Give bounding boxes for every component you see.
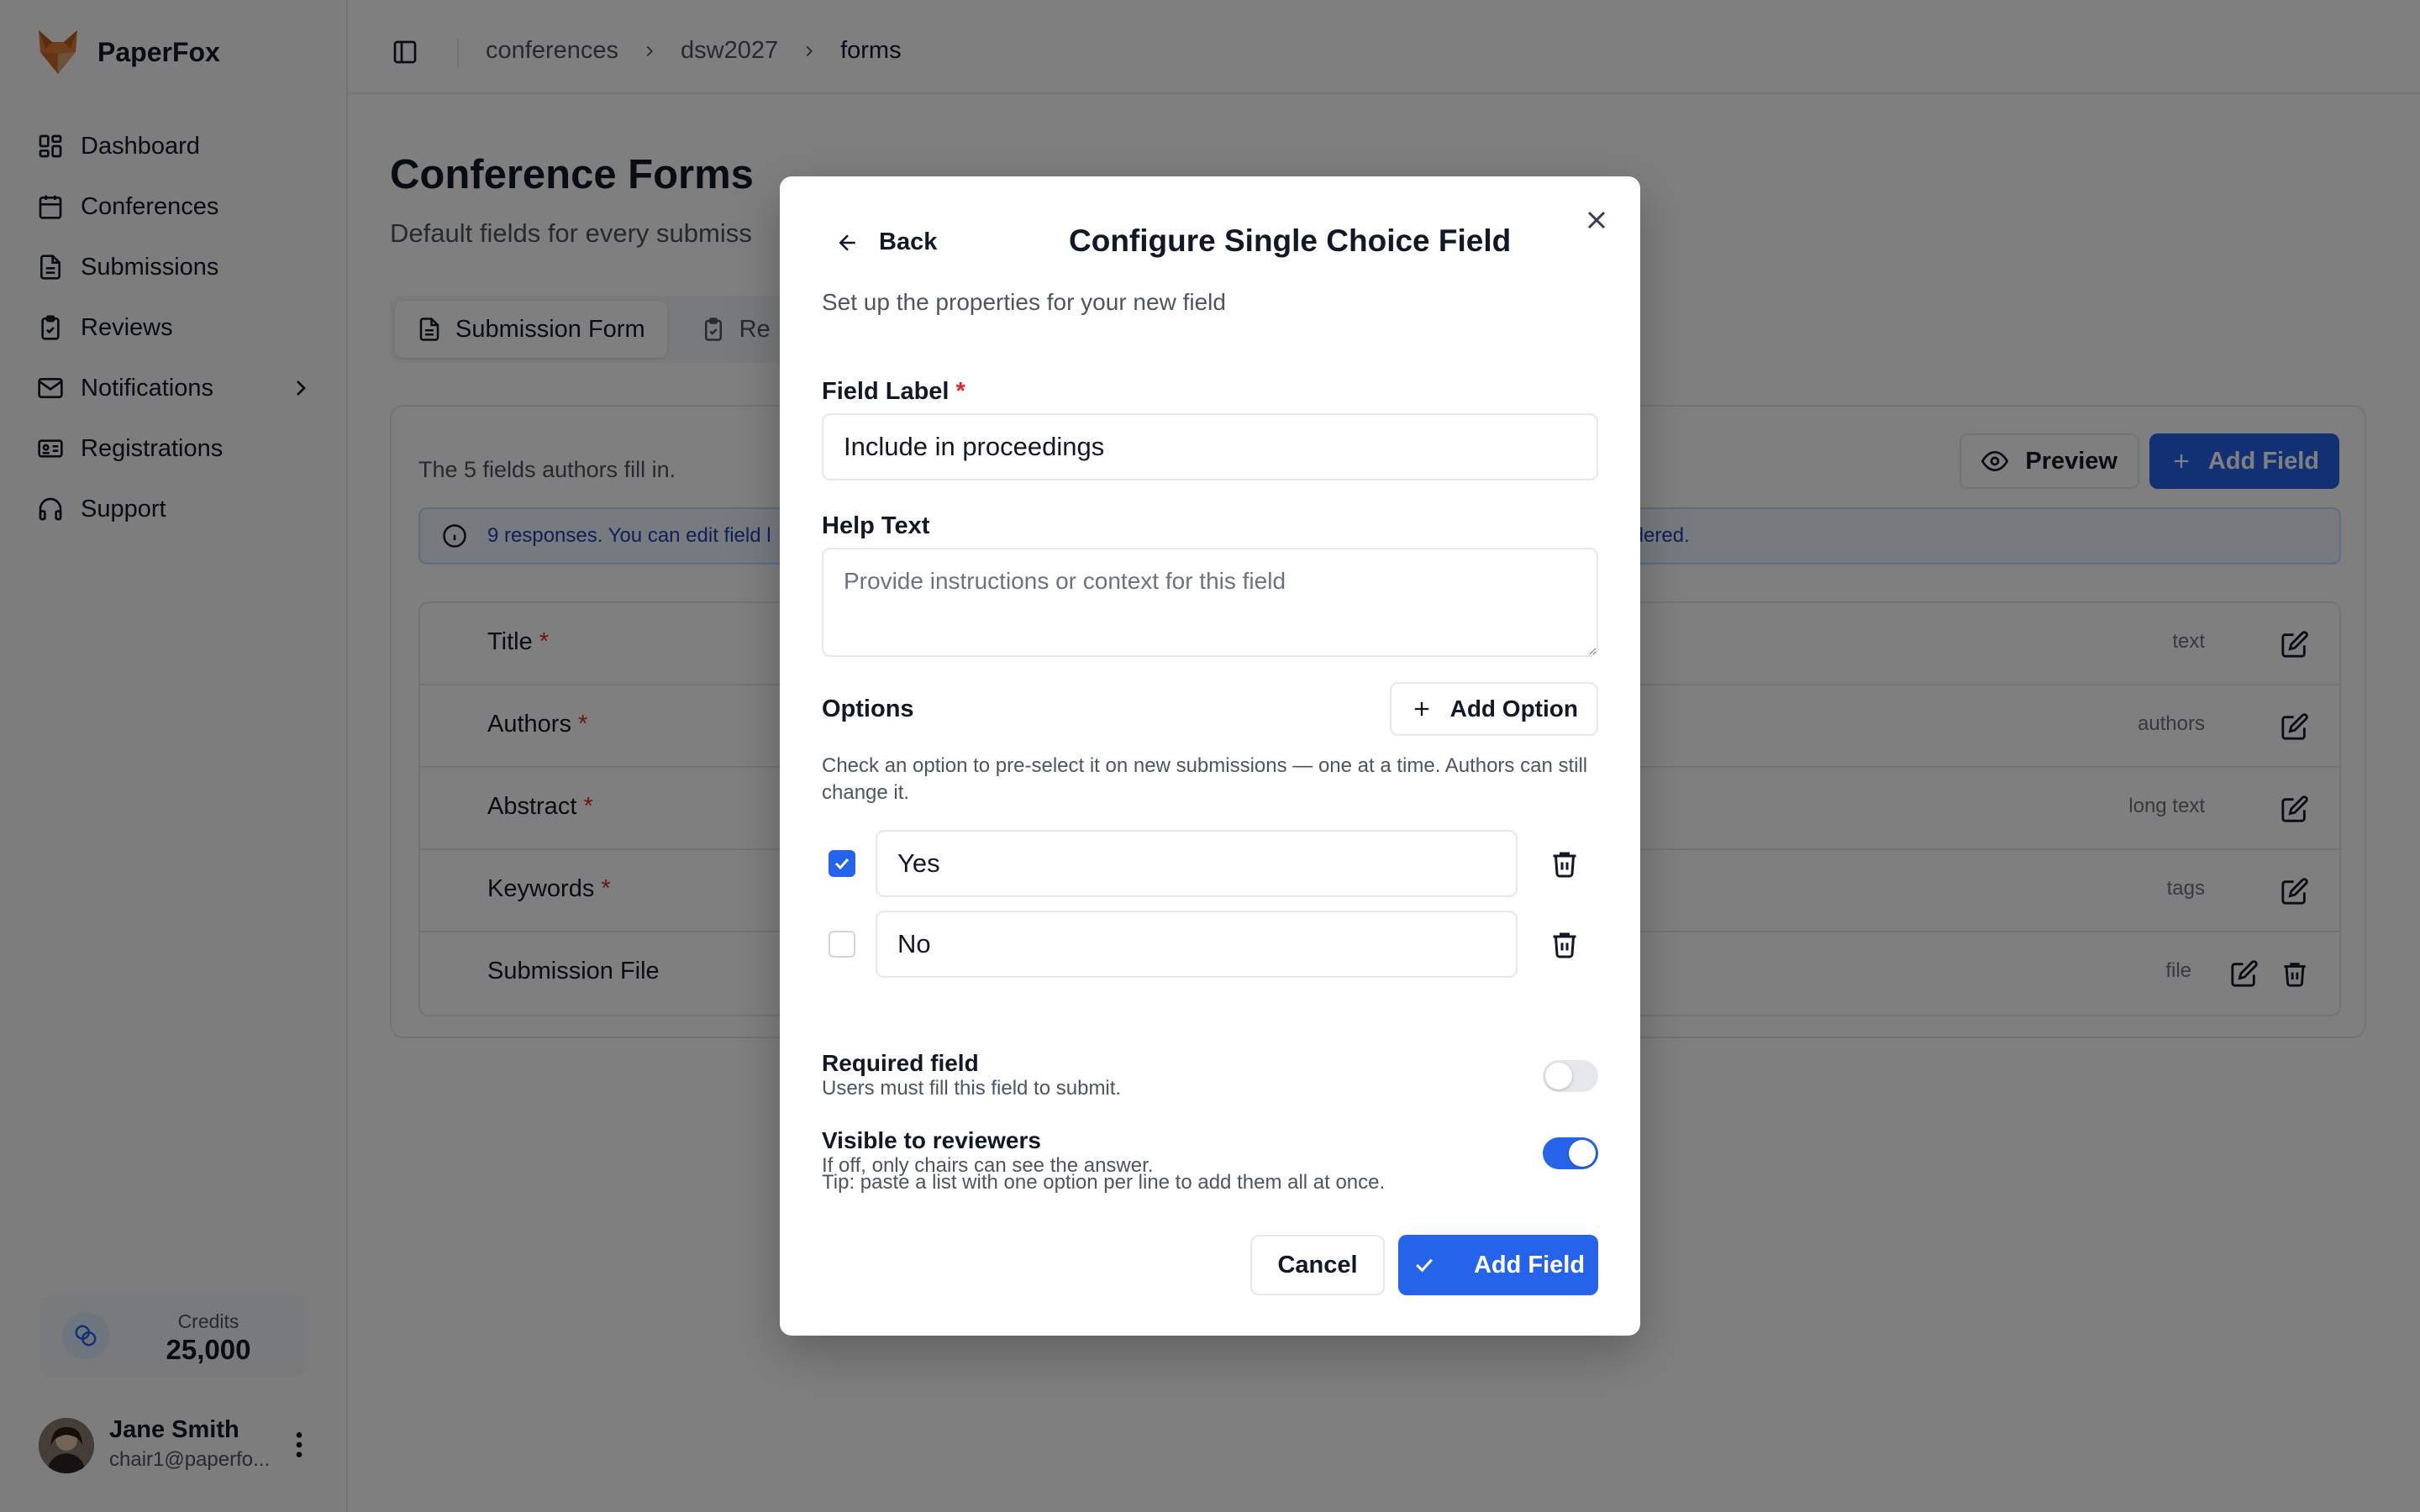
field-label-input[interactable]: [822, 413, 1598, 480]
visible-to-reviewers-desc: If off, only chairs can see the answer.: [822, 1154, 1154, 1177]
submit-label: Add Field: [1473, 1251, 1586, 1278]
field-label-heading: Field Label *: [822, 378, 965, 405]
option-row: [822, 830, 1598, 897]
check-icon: [834, 858, 850, 870]
close-icon[interactable]: [1581, 205, 1612, 235]
visible-to-reviewers-title: Visible to reviewers: [822, 1127, 1041, 1153]
dialog-subtitle: Set up the properties for your new field: [822, 289, 1226, 315]
options-hint: Check an option to pre-select it on new …: [822, 754, 1588, 804]
required-field-desc: Users must fill this field to submit.: [822, 1077, 1122, 1100]
check-icon: [1416, 1258, 1433, 1273]
switch-knob: [1545, 1063, 1572, 1089]
arrow-left-icon: [839, 234, 855, 251]
option-row: [822, 911, 1598, 978]
option-default-checkbox[interactable]: [829, 850, 855, 877]
option-input[interactable]: [876, 830, 1518, 897]
plus-icon: [1414, 701, 1428, 717]
add-field-submit-button[interactable]: Add Field: [1398, 1235, 1598, 1295]
options-heading: Options: [822, 696, 914, 722]
configure-field-dialog: Back Configure Single Choice Field Set u…: [780, 176, 1640, 1336]
switch-knob: [1569, 1140, 1596, 1167]
add-option-label: Add Option: [1449, 696, 1578, 722]
trash-icon[interactable]: [1549, 929, 1580, 959]
option-default-checkbox[interactable]: [829, 931, 855, 958]
required-field-switch[interactable]: [1543, 1060, 1598, 1092]
back-button[interactable]: Back: [835, 228, 937, 256]
visible-to-reviewers-switch[interactable]: [1543, 1137, 1598, 1169]
add-option-button[interactable]: Add Option: [1389, 682, 1598, 736]
trash-icon[interactable]: [1549, 848, 1580, 879]
help-text-heading: Help Text: [822, 512, 930, 539]
back-label: Back: [879, 228, 938, 255]
dialog-title: Configure Single Choice Field: [1069, 223, 1512, 258]
option-input[interactable]: [876, 911, 1518, 978]
help-text-textarea[interactable]: [822, 548, 1598, 657]
cancel-button[interactable]: Cancel: [1250, 1235, 1385, 1295]
required-field-title: Required field: [822, 1050, 979, 1076]
